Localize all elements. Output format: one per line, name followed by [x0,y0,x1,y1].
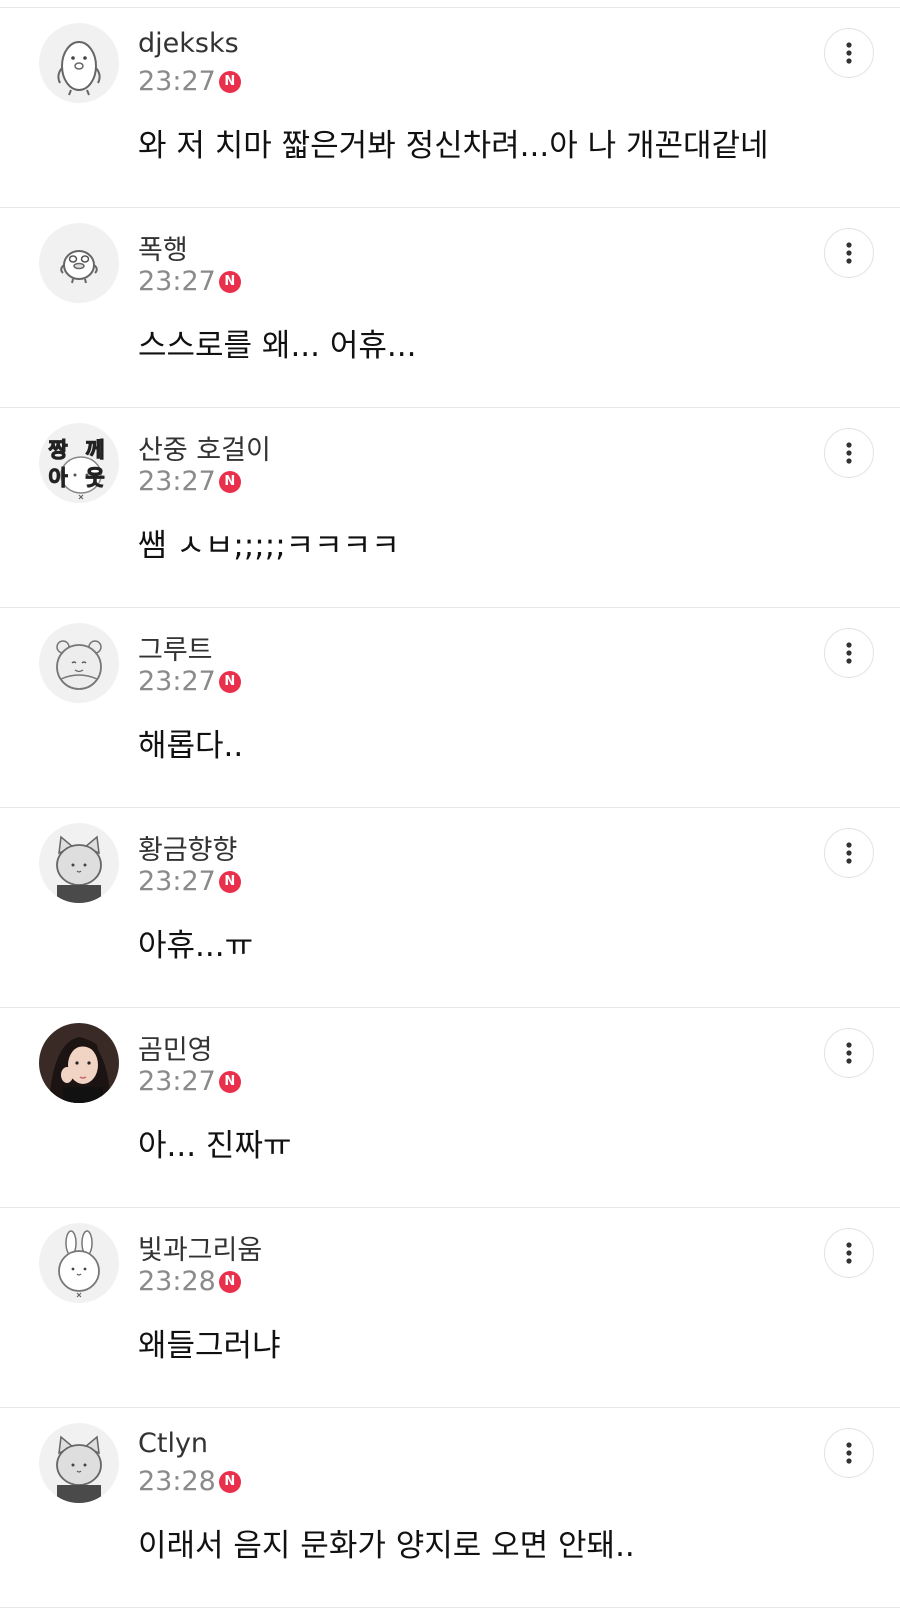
vertical-ellipsis-icon [846,1442,852,1464]
comment-time: 23:28 [138,1266,216,1297]
cat-avatar-icon[interactable] [39,823,119,903]
comment-nickname[interactable]: 곰민영 [138,1028,213,1067]
comment-meta: 23:28 N [138,1466,241,1497]
comment-item: 빛과그리움 23:28 N 왜들그러냐 [0,1208,900,1408]
more-options-button[interactable] [824,1028,874,1078]
comment-text: 해롭다.. [138,728,244,764]
more-options-button[interactable] [824,628,874,678]
comment-nickname[interactable]: djeksks [138,28,239,59]
comment-text: 왜들그러냐 [138,1328,281,1364]
comment-nickname[interactable]: 폭행 [138,228,188,267]
photo-avatar-icon[interactable] [39,1023,119,1103]
comment-nickname[interactable]: 황금향향 [138,828,237,867]
vertical-ellipsis-icon [846,442,852,464]
more-options-button[interactable] [824,1228,874,1278]
comment-item: 그루트 23:27 N 해롭다.. [0,608,900,808]
new-badge: N [218,70,241,93]
comment-time: 23:27 [138,66,216,97]
comment-meta: 23:27 N [138,866,241,897]
more-options-button[interactable] [824,228,874,278]
more-options-button[interactable] [824,1428,874,1478]
new-badge: N [218,1270,241,1293]
vertical-ellipsis-icon [846,42,852,64]
comment-text: 쌤 ㅅㅂ;;;;;ㅋㅋㅋㅋ [138,528,400,564]
duck-avatar-icon[interactable] [39,223,119,303]
avatar-sticker-char: 짱 [48,438,67,462]
vertical-ellipsis-icon [846,242,852,264]
vertical-ellipsis-icon [846,642,852,664]
comment-time: 23:27 [138,266,216,297]
comment-time: 23:27 [138,866,216,897]
new-badge: N [218,870,241,893]
comment-nickname[interactable]: Ctlyn [138,1428,208,1459]
more-options-button[interactable] [824,428,874,478]
avatar-sticker-char: 께 [85,438,104,462]
more-options-button[interactable] [824,28,874,78]
comment-item: 짱 께 아 웃 산중 호걸이 23:27 N 쌤 ㅅㅂ;;;;;ㅋㅋㅋㅋ [0,408,900,608]
comment-text: 아휴...ㅠ [138,928,254,964]
comment-time: 23:27 [138,466,216,497]
comment-item: 곰민영 23:27 N 아... 진짜ㅠ [0,1008,900,1208]
comment-meta: 23:27 N [138,466,241,497]
penguin-avatar-icon[interactable] [39,23,119,103]
top-divider [0,0,900,8]
comment-meta: 23:27 N [138,1066,241,1097]
cat-avatar-icon[interactable] [39,1423,119,1503]
sticker-text-avatar-icon[interactable]: 짱 께 아 웃 [39,423,119,503]
new-badge: N [218,1470,241,1493]
comment-nickname[interactable]: 산중 호걸이 [138,428,271,467]
vertical-ellipsis-icon [846,842,852,864]
comment-item: 폭행 23:27 N 스스로를 왜... 어휴... [0,208,900,408]
comment-nickname[interactable]: 그루트 [138,628,213,667]
new-badge: N [218,270,241,293]
vertical-ellipsis-icon [846,1242,852,1264]
rabbit-avatar-icon[interactable] [39,1223,119,1303]
comment-time: 23:27 [138,1066,216,1097]
comment-meta: 23:27 N [138,66,241,97]
comment-time: 23:28 [138,1466,216,1497]
avatar-sticker-char: 아 [48,466,68,490]
comment-list: djeksks 23:27 N 와 저 치마 짧은거봐 정신차려...아 나 개… [0,8,900,1608]
comment-time: 23:27 [138,666,216,697]
comment-text: 아... 진짜ㅠ [138,1128,292,1164]
comment-nickname[interactable]: 빛과그리움 [138,1228,262,1267]
new-badge: N [218,470,241,493]
comment-meta: 23:28 N [138,1266,241,1297]
comment-text: 스스로를 왜... 어휴... [138,328,417,364]
new-badge: N [218,1070,241,1093]
vertical-ellipsis-icon [846,1042,852,1064]
more-options-button[interactable] [824,828,874,878]
comment-item: 황금향향 23:27 N 아휴...ㅠ [0,808,900,1008]
new-badge: N [218,670,241,693]
comment-text: 이래서 음지 문화가 양지로 오면 안돼.. [138,1528,635,1564]
comment-meta: 23:27 N [138,266,241,297]
avatar-sticker-char: 웃 [85,466,104,490]
comment-item: Ctlyn 23:28 N 이래서 음지 문화가 양지로 오면 안돼.. [0,1408,900,1608]
bear-avatar-icon[interactable] [39,623,119,703]
comment-meta: 23:27 N [138,666,241,697]
comment-item: djeksks 23:27 N 와 저 치마 짧은거봐 정신차려...아 나 개… [0,8,900,208]
comment-text: 와 저 치마 짧은거봐 정신차려...아 나 개꼰대같네 [138,128,769,164]
